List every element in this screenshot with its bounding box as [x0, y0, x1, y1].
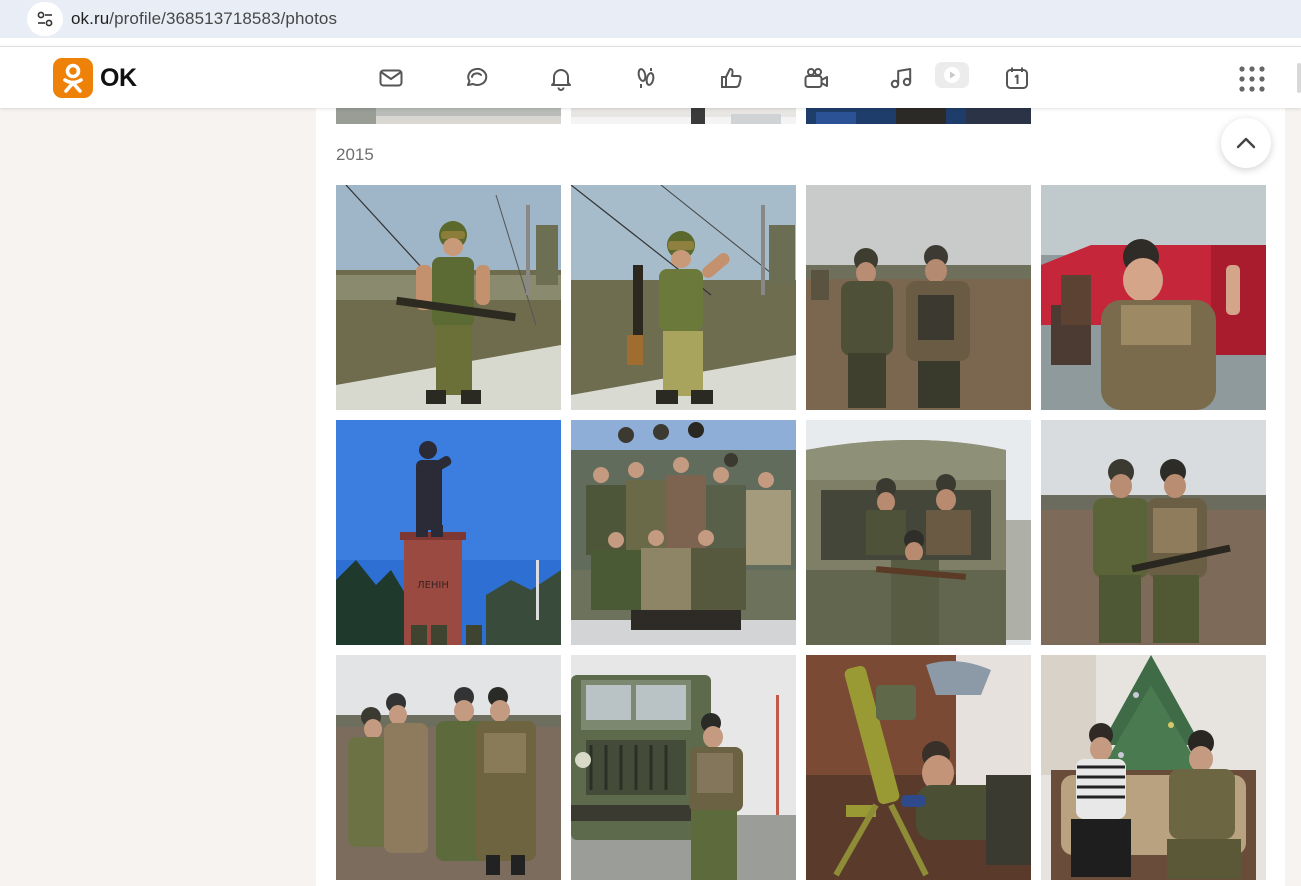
photo-thumbnail[interactable]	[336, 185, 561, 410]
messages-icon[interactable]	[375, 62, 407, 94]
photo-thumbnail[interactable]	[1041, 655, 1266, 880]
discussions-icon[interactable]	[460, 62, 492, 94]
photo-thumbnail[interactable]	[806, 655, 1031, 880]
apps-grid-icon[interactable]	[1238, 65, 1266, 93]
site-settings-icon[interactable]	[27, 2, 63, 36]
music-icon[interactable]	[885, 62, 917, 94]
site-header: OK	[0, 46, 1301, 108]
photo-thumbnail[interactable]	[336, 655, 561, 880]
photo-thumbnail[interactable]	[1041, 185, 1266, 410]
notifications-icon[interactable]	[545, 62, 577, 94]
photo-thumbnail[interactable]	[571, 420, 796, 645]
photo-thumbnail[interactable]: ЛЕНІН	[336, 420, 561, 645]
url-path: /profile/368513718583/photos	[109, 9, 338, 28]
photo-thumbnail[interactable]	[571, 655, 796, 880]
photo-thumbnail-partial[interactable]	[806, 108, 1031, 124]
url-text[interactable]: ok.ru/profile/368513718583/photos	[71, 9, 337, 29]
browser-toolbar: ok.ru/profile/368513718583/photos	[0, 0, 1301, 46]
right-gutter	[1285, 108, 1301, 886]
calendar-icon[interactable]	[1001, 62, 1033, 94]
address-bar[interactable]: ok.ru/profile/368513718583/photos	[0, 0, 1301, 38]
photo-thumbnail-partial[interactable]	[336, 108, 561, 124]
likes-icon[interactable]	[715, 62, 747, 94]
monument-sign: ЛЕНІН	[417, 580, 449, 591]
year-heading: 2015	[336, 145, 374, 164]
photo-thumbnail[interactable]	[571, 185, 796, 410]
photo-thumbnail[interactable]	[1041, 420, 1266, 645]
chevron-up-icon	[1236, 137, 1256, 149]
url-host: ok.ru	[71, 9, 110, 28]
photo-thumbnail-partial[interactable]	[571, 108, 796, 124]
ok-logo[interactable]: OK	[53, 58, 137, 98]
ok-logo-text: OK	[100, 63, 137, 92]
video-icon[interactable]	[935, 62, 969, 88]
photo-thumbnail[interactable]	[806, 185, 1031, 410]
header-scrollbar[interactable]	[1297, 63, 1301, 93]
video-calls-icon[interactable]	[800, 62, 832, 94]
photo-thumbnail[interactable]	[806, 420, 1031, 645]
ok-logo-icon	[53, 58, 93, 98]
scroll-to-top-button[interactable]	[1221, 118, 1271, 168]
guests-icon[interactable]	[630, 62, 662, 94]
